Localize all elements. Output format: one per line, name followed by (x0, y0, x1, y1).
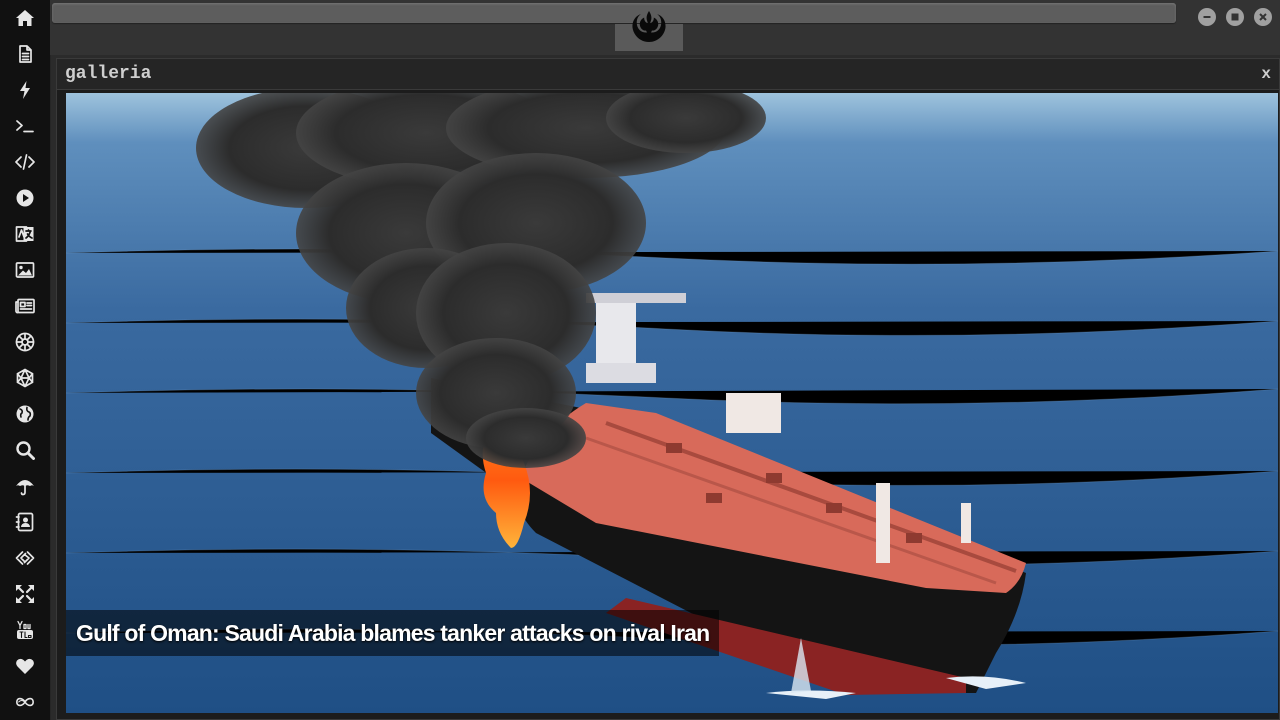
galactic-empire-icon[interactable] (6, 326, 44, 358)
panel-header: galleria x (57, 59, 1279, 90)
terminal-icon[interactable] (6, 110, 44, 142)
gallery-panel: galleria x Gulf of Oman: Saudi Arabia bl… (56, 58, 1280, 720)
rebel-alliance-icon[interactable] (629, 8, 669, 48)
translate-icon[interactable] (6, 218, 44, 250)
panel-close-button[interactable]: x (1261, 65, 1271, 83)
image-icon[interactable] (6, 254, 44, 286)
search-icon[interactable] (6, 434, 44, 466)
close-icon (1259, 13, 1267, 21)
address-bar[interactable] (52, 3, 1176, 23)
code-diamond-icon[interactable] (6, 542, 44, 574)
youtube-icon[interactable] (6, 614, 44, 646)
caption-text: Gulf of Oman: Saudi Arabia blames tanker… (76, 619, 710, 646)
expand-icon[interactable] (6, 578, 44, 610)
heart-icon[interactable] (6, 650, 44, 682)
maximize-button[interactable] (1226, 8, 1244, 26)
sidebar (0, 0, 51, 720)
document-icon[interactable] (6, 38, 44, 70)
gallery-image[interactable]: Gulf of Oman: Saudi Arabia blames tanker… (66, 93, 1278, 713)
home-icon[interactable] (6, 2, 44, 34)
infinity-icon[interactable] (6, 686, 44, 718)
lightning-icon[interactable] (6, 74, 44, 106)
minimize-icon (1203, 16, 1211, 18)
close-window-button[interactable] (1254, 8, 1272, 26)
umbrella-icon[interactable] (6, 470, 44, 502)
minimize-button[interactable] (1198, 8, 1216, 26)
top-bar (50, 0, 1280, 55)
maximize-icon (1231, 13, 1239, 21)
image-caption: Gulf of Oman: Saudi Arabia blames tanker… (66, 610, 720, 656)
play-icon[interactable] (6, 182, 44, 214)
newspaper-icon[interactable] (6, 290, 44, 322)
hexagon-icon[interactable] (6, 362, 44, 394)
contacts-icon[interactable] (6, 506, 44, 538)
globe-icon[interactable] (6, 398, 44, 430)
panel-title: galleria (65, 64, 152, 84)
code-icon[interactable] (6, 146, 44, 178)
